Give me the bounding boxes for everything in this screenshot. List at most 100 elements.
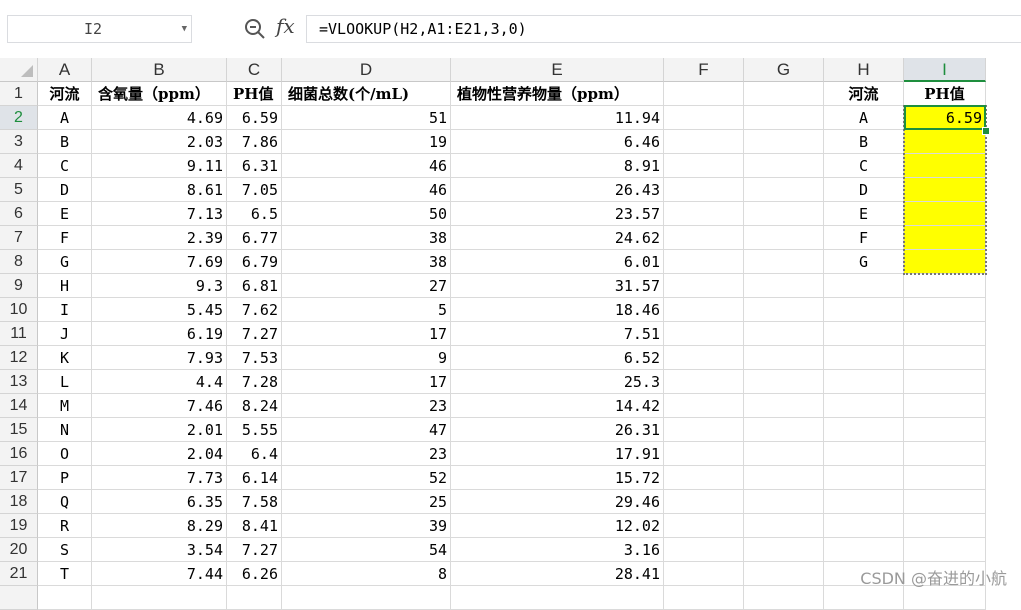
cell[interactable] — [744, 586, 824, 610]
cell[interactable] — [227, 586, 282, 610]
table-cell[interactable]: 19 — [282, 130, 451, 154]
row-header[interactable]: 18 — [0, 490, 38, 514]
table-cell[interactable]: 7.93 — [92, 346, 227, 370]
table-cell[interactable]: 8 — [282, 562, 451, 586]
cell[interactable] — [824, 370, 904, 394]
cell[interactable] — [744, 82, 824, 106]
table-cell[interactable]: 7.69 — [92, 250, 227, 274]
table-cell[interactable]: 7.51 — [451, 322, 664, 346]
table-cell[interactable]: 52 — [282, 466, 451, 490]
cell[interactable] — [664, 562, 744, 586]
cell[interactable] — [824, 490, 904, 514]
cell[interactable] — [904, 586, 986, 610]
cell[interactable] — [904, 274, 986, 298]
table-cell[interactable]: 23.57 — [451, 202, 664, 226]
table-cell[interactable]: 6.19 — [92, 322, 227, 346]
cell[interactable] — [664, 586, 744, 610]
cell[interactable] — [904, 490, 986, 514]
cell[interactable] — [664, 274, 744, 298]
table-cell[interactable]: 7.53 — [227, 346, 282, 370]
cell[interactable] — [904, 442, 986, 466]
cell[interactable] — [744, 250, 824, 274]
cell[interactable] — [744, 466, 824, 490]
table-cell[interactable]: 7.58 — [227, 490, 282, 514]
lookup-key-cell[interactable]: B — [824, 130, 904, 154]
table-cell[interactable]: 6.35 — [92, 490, 227, 514]
cell[interactable] — [824, 586, 904, 610]
table-cell[interactable]: 54 — [282, 538, 451, 562]
table-cell[interactable]: 7.05 — [227, 178, 282, 202]
table-cell[interactable]: 26.43 — [451, 178, 664, 202]
table-cell[interactable]: G — [38, 250, 92, 274]
table-cell[interactable]: 12.02 — [451, 514, 664, 538]
cell[interactable] — [904, 394, 986, 418]
table-cell[interactable]: 2.03 — [92, 130, 227, 154]
cell[interactable] — [824, 418, 904, 442]
table-cell[interactable]: E — [38, 202, 92, 226]
cell[interactable] — [744, 490, 824, 514]
table-cell[interactable]: 2.04 — [92, 442, 227, 466]
cell[interactable] — [744, 226, 824, 250]
lookup-key-cell[interactable]: D — [824, 178, 904, 202]
lookup-result-cell[interactable] — [904, 178, 986, 202]
cell[interactable] — [664, 130, 744, 154]
table-cell[interactable]: 2.39 — [92, 226, 227, 250]
table-cell[interactable]: 6.26 — [227, 562, 282, 586]
header-cell[interactable]: 河流 — [38, 82, 92, 106]
column-header-d[interactable]: D — [282, 58, 451, 82]
table-cell[interactable]: 6.4 — [227, 442, 282, 466]
column-header-i[interactable]: I — [904, 58, 986, 82]
cell[interactable] — [744, 346, 824, 370]
zoom-icon[interactable] — [244, 18, 266, 40]
table-cell[interactable]: L — [38, 370, 92, 394]
lookup-result-cell[interactable]: 6.59 — [904, 106, 986, 130]
cell[interactable] — [824, 466, 904, 490]
cell[interactable] — [664, 442, 744, 466]
table-cell[interactable]: 6.5 — [227, 202, 282, 226]
row-header[interactable]: 7 — [0, 226, 38, 250]
cell[interactable] — [664, 202, 744, 226]
row-header[interactable]: 2 — [0, 106, 38, 130]
table-cell[interactable]: 6.79 — [227, 250, 282, 274]
table-cell[interactable]: 38 — [282, 250, 451, 274]
table-cell[interactable]: H — [38, 274, 92, 298]
table-cell[interactable]: 29.46 — [451, 490, 664, 514]
table-cell[interactable]: Q — [38, 490, 92, 514]
table-cell[interactable]: 23 — [282, 442, 451, 466]
table-cell[interactable]: O — [38, 442, 92, 466]
cell[interactable] — [744, 394, 824, 418]
cell[interactable] — [744, 130, 824, 154]
cell[interactable] — [904, 418, 986, 442]
table-cell[interactable]: 7.27 — [227, 538, 282, 562]
table-cell[interactable]: 7.62 — [227, 298, 282, 322]
cell[interactable] — [824, 322, 904, 346]
table-cell[interactable]: 51 — [282, 106, 451, 130]
row-header[interactable]: 16 — [0, 442, 38, 466]
cell[interactable] — [664, 370, 744, 394]
table-cell[interactable]: 9 — [282, 346, 451, 370]
table-cell[interactable]: 6.81 — [227, 274, 282, 298]
cell[interactable] — [904, 514, 986, 538]
cell[interactable] — [824, 442, 904, 466]
table-cell[interactable]: 46 — [282, 154, 451, 178]
cell[interactable] — [664, 106, 744, 130]
row-header[interactable]: 9 — [0, 274, 38, 298]
table-cell[interactable]: A — [38, 106, 92, 130]
lookup-result-cell[interactable] — [904, 202, 986, 226]
cell[interactable] — [664, 346, 744, 370]
select-all-corner[interactable] — [0, 58, 38, 82]
row-header[interactable]: 14 — [0, 394, 38, 418]
cell[interactable] — [744, 154, 824, 178]
cell[interactable] — [92, 586, 227, 610]
table-cell[interactable]: 47 — [282, 418, 451, 442]
table-cell[interactable]: 9.3 — [92, 274, 227, 298]
table-cell[interactable]: S — [38, 538, 92, 562]
cell[interactable] — [744, 538, 824, 562]
cell[interactable] — [744, 274, 824, 298]
table-cell[interactable]: 11.94 — [451, 106, 664, 130]
cell[interactable] — [744, 202, 824, 226]
table-cell[interactable]: 7.28 — [227, 370, 282, 394]
lookup-key-cell[interactable]: F — [824, 226, 904, 250]
row-header[interactable]: 21 — [0, 562, 38, 586]
table-cell[interactable]: N — [38, 418, 92, 442]
